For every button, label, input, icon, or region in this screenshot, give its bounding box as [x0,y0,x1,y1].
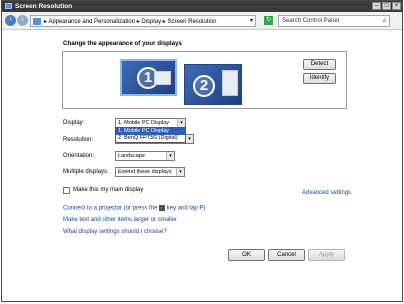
control-panel-icon [33,18,41,25]
orientation-value: Landscape [118,153,145,159]
multiple-displays-select[interactable]: Extend these displays ▾ [115,167,185,177]
ok-button[interactable]: OK [228,249,265,261]
detect-button[interactable]: Detect [303,59,336,70]
maximize-button[interactable]: □ [382,2,391,10]
chevron-down-icon[interactable]: ▾ [177,119,185,127]
monitor-1[interactable]: 1 [120,59,177,96]
chevron-down-icon[interactable]: ▾ [185,135,193,143]
screen-resolution-window: Screen Resolution – □ × ‹ › ▸ Appearance… [1,0,403,302]
search-input[interactable]: Search Control Panel ⌕ [278,15,390,27]
navigation-bar: ‹ › ▸ Appearance and Personalization ▸ D… [2,12,402,30]
monitor-number: 2 [193,75,215,97]
chevron-down-icon[interactable]: ▾ [166,152,174,160]
display-option[interactable]: 1. Mobile PC Display [116,128,185,135]
display-dropdown-list: 1. Mobile PC Display 2. BenQ FP73G (Digi… [115,127,186,143]
monitor-2[interactable]: 2 [184,64,242,105]
window-title: Screen Resolution [15,3,73,10]
text-size-link[interactable]: Make text and other items larger or smal… [63,217,177,223]
chevron-down-icon[interactable]: ▾ [250,17,253,24]
display-option[interactable]: 2. BenQ FP73G (Digital) [116,135,185,142]
chevron-down-icon[interactable]: ▾ [176,168,184,176]
main-display-checkbox[interactable] [63,187,70,194]
resolution-label: Resolution: [63,137,94,143]
window-thumbnail [222,70,238,96]
breadcrumb[interactable]: ▸ Appearance and Personalization ▸ Displ… [30,15,256,27]
display-icon [5,3,12,9]
search-placeholder: Search Control Panel [282,18,340,24]
advanced-settings-link[interactable]: Advanced settings [302,190,351,196]
close-button[interactable]: × [392,2,401,10]
display-value: 1. Mobile PC Display [118,120,170,126]
windows-key-icon [159,205,166,211]
display-settings-help-link[interactable]: What display settings should I choose? [63,229,167,235]
apply-button[interactable]: Apply [308,249,345,261]
multiple-displays-value: Extend these displays [118,169,172,175]
title-bar: Screen Resolution – □ × [2,1,402,12]
projector-link[interactable]: Connect to a projector (or press the key… [63,205,205,212]
identify-button[interactable]: Identify [303,73,336,84]
cancel-button[interactable]: Cancel [268,249,305,261]
orientation-label: Orientation: [63,153,95,159]
forward-button[interactable]: › [17,15,28,26]
back-button[interactable]: ‹ [5,15,16,26]
display-preview: 1 2 Detect Identify [62,51,347,109]
projector-link-text[interactable]: Connect to a projector (or press the [63,206,157,212]
page-heading: Change the appearance of your displays [63,40,182,47]
window-thumbnail [154,71,171,85]
main-display-label: Make this my main display [73,187,144,193]
projector-link-suffix[interactable]: key and tap P) [167,206,206,212]
minimize-button[interactable]: – [372,2,381,10]
display-label: Display: [63,120,85,126]
breadcrumb-path[interactable]: ▸ Appearance and Personalization ▸ Displ… [44,18,216,25]
search-icon[interactable]: ⌕ [383,16,387,26]
refresh-icon[interactable]: ↻ [264,16,273,25]
orientation-select[interactable]: Landscape ▾ [115,151,175,161]
multiple-displays-label: Multiple displays: [63,169,109,175]
